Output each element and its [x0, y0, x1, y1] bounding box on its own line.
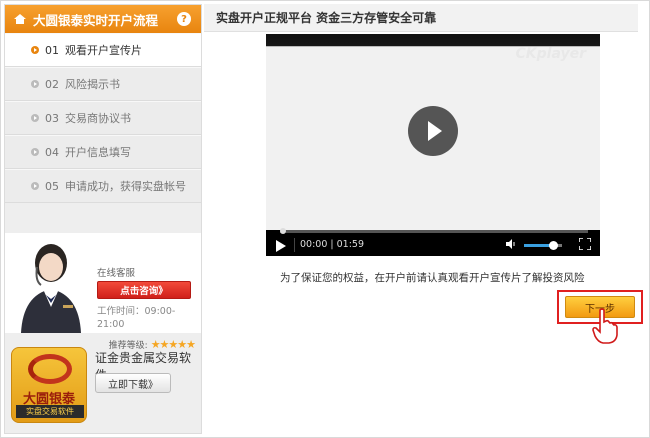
online-service-label: 在线客服 — [97, 268, 136, 279]
pointer-hand-icon — [592, 308, 618, 344]
step-label: 风险揭示书 — [65, 78, 120, 91]
page-title: 实盘开户正规平台 资金三方存管安全可靠 — [204, 4, 638, 32]
player-watermark: CKplayer — [515, 46, 587, 62]
step-label: 开户信息填写 — [65, 146, 131, 159]
play-icon[interactable] — [276, 240, 286, 252]
step-item-04[interactable]: 04 开户信息填写 — [5, 135, 201, 169]
customer-service-card: 在线客服 点击咨询》 工作时间：09:00-21:00 — [5, 233, 201, 333]
arrow-bullet-icon — [31, 114, 39, 122]
help-icon[interactable]: ? — [177, 12, 191, 26]
step-number: 02 — [45, 77, 59, 91]
download-button[interactable]: 立即下载》 — [95, 373, 171, 393]
arrow-bullet-icon — [31, 80, 39, 88]
consult-button[interactable]: 点击咨询》 — [97, 281, 191, 299]
arrow-bullet-icon — [31, 46, 39, 54]
step-list: 01 观看开户宣传片 02 风险揭示书 03 交易商协议书 04 开户信息填写 … — [5, 33, 201, 203]
work-time-text: 工作时间：09:00-21:00 — [97, 306, 176, 330]
swirl-logo-icon — [28, 354, 72, 384]
fullscreen-icon[interactable] — [579, 238, 591, 250]
arrow-bullet-icon — [31, 148, 39, 156]
sidebar: 大圆银泰实时开户流程 ? 01 观看开户宣传片 02 风险揭示书 03 交易商协… — [4, 4, 202, 434]
volume-icon[interactable] — [506, 239, 516, 249]
big-play-icon[interactable] — [408, 106, 458, 156]
time-display: 00:00 | 01:59 — [300, 239, 364, 250]
step-label: 交易商协议书 — [65, 112, 131, 125]
service-agent-avatar — [7, 237, 91, 333]
video-player[interactable]: CKplayer 00:00 | 01:59 — [266, 34, 600, 256]
step-item-03[interactable]: 03 交易商协议书 — [5, 101, 201, 135]
control-divider — [294, 238, 295, 252]
volume-slider[interactable] — [524, 241, 562, 250]
sidebar-title: 大圆银泰实时开户流程 — [33, 12, 159, 28]
app-logo: 大圆银泰 实盘交易软件 — [11, 347, 87, 423]
video-screen[interactable]: CKplayer — [266, 34, 600, 230]
progress-bar[interactable] — [280, 230, 588, 233]
risk-notice-text: 为了保证您的权益，在开户前请认真观看开户宣传片了解投资风险 — [280, 272, 585, 284]
sidebar-header: 大圆银泰实时开户流程 ? — [5, 5, 201, 33]
home-icon — [14, 14, 26, 24]
step-label: 观看开户宣传片 — [65, 44, 142, 57]
logo-sub-text: 实盘交易软件 — [16, 405, 84, 418]
step-number: 05 — [45, 179, 59, 193]
step-item-02[interactable]: 02 风险揭示书 — [5, 67, 201, 101]
step-label: 申请成功，获得实盘帐号 — [65, 180, 186, 193]
volume-knob[interactable] — [548, 241, 558, 250]
step-number: 03 — [45, 111, 59, 125]
player-controls: 00:00 | 01:59 — [266, 228, 600, 256]
step-item-01[interactable]: 01 观看开户宣传片 — [5, 33, 201, 67]
progress-knob[interactable] — [280, 228, 286, 234]
step-item-05[interactable]: 05 申请成功，获得实盘帐号 — [5, 169, 201, 203]
step-number: 01 — [45, 43, 59, 57]
step-number: 04 — [45, 145, 59, 159]
arrow-bullet-icon — [31, 182, 39, 190]
